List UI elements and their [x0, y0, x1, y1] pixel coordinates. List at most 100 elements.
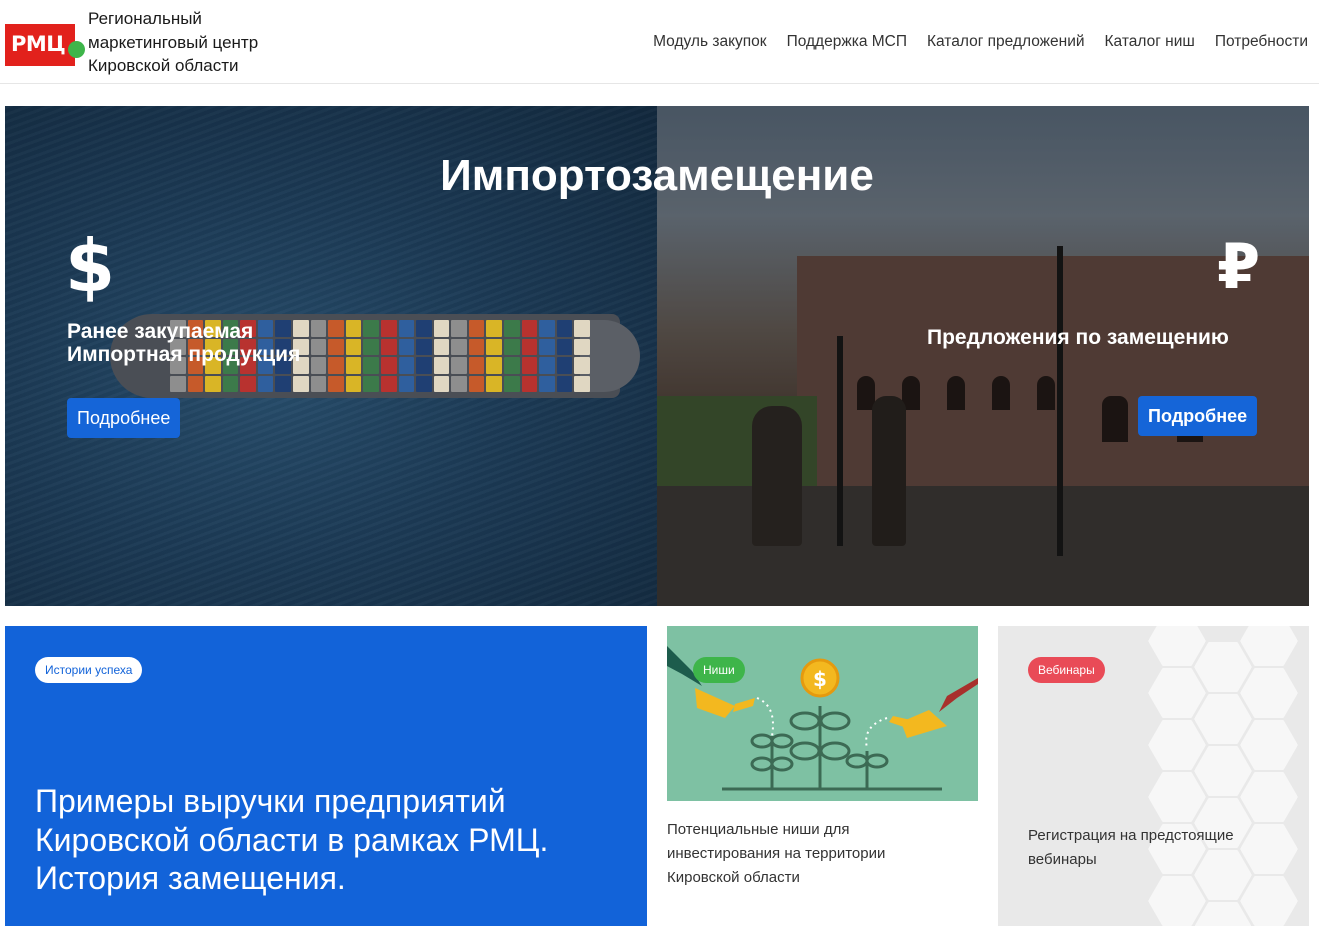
shipping-container — [539, 357, 555, 374]
shipping-container — [486, 320, 503, 337]
webinars-tag[interactable]: Вебинары — [1028, 657, 1105, 683]
description-line: Кировской области — [667, 869, 800, 886]
hexagon-tile — [1240, 876, 1298, 926]
shipping-container — [416, 357, 432, 374]
nav-needs[interactable]: Потребности — [1215, 33, 1308, 51]
hexagon-tile — [1148, 876, 1206, 926]
shipping-container — [345, 320, 362, 337]
success-stories-title: Примеры выручки предприятий Кировской об… — [35, 782, 635, 898]
svg-text:$: $ — [813, 667, 827, 691]
org-name-line: Кировской области — [88, 56, 239, 75]
nav-sme-support[interactable]: Поддержка МСП — [787, 33, 907, 51]
shipping-container — [380, 338, 397, 355]
shipping-container — [363, 375, 379, 392]
org-name[interactable]: Региональный маркетинговый центр Кировск… — [88, 7, 308, 78]
shipping-container — [486, 375, 503, 392]
shipping-container — [328, 338, 344, 355]
rmc-logo[interactable]: РМЦ — [5, 24, 85, 66]
shipping-container — [380, 375, 397, 392]
niches-description[interactable]: Потенциальные ниши для инвестирования на… — [667, 818, 967, 890]
shipping-container — [539, 338, 555, 355]
shipping-container — [556, 375, 573, 392]
shipping-container — [486, 338, 503, 355]
shipping-container — [451, 320, 467, 337]
shipping-container — [205, 375, 221, 392]
shipping-container — [556, 338, 573, 355]
main-nav: Модуль закупок Поддержка МСП Каталог пре… — [653, 33, 1308, 51]
shipping-container — [504, 320, 520, 337]
webinars-description: Регистрация на предстоящие вебинары — [1028, 824, 1288, 872]
shipping-container — [170, 375, 186, 392]
success-stories-card[interactable]: Истории успеха Примеры выручки предприят… — [5, 626, 647, 926]
shipping-container — [363, 320, 379, 337]
shipping-container — [468, 320, 485, 337]
shipping-container — [328, 375, 344, 392]
dollar-icon: $ — [65, 224, 116, 308]
hexagon-tile — [1240, 626, 1298, 666]
shipping-container — [486, 357, 503, 374]
nav-procurement-module[interactable]: Модуль закупок — [653, 33, 766, 51]
shipping-container — [398, 357, 415, 374]
niches-tag[interactable]: Ниши — [693, 657, 745, 683]
shipping-container — [380, 320, 397, 337]
description-line: вебинары — [1028, 851, 1097, 868]
shipping-container — [345, 357, 362, 374]
shipping-container — [345, 375, 362, 392]
niches-card-image[interactable]: $ Ниши — [667, 626, 978, 801]
shipping-container — [310, 320, 327, 337]
previously-imported-heading: Ранее закупаемая Импортная продукция — [67, 320, 300, 366]
shipping-container — [521, 375, 538, 392]
shipping-container — [433, 357, 450, 374]
shipping-container — [521, 357, 538, 374]
shipping-container — [504, 375, 520, 392]
shipping-container — [416, 320, 432, 337]
shipping-container — [574, 338, 590, 355]
shipping-container — [380, 357, 397, 374]
shipping-container — [521, 338, 538, 355]
shipping-container — [328, 357, 344, 374]
import-substitution-hero: Импортозамещение $ Ранее закупаемая Импо… — [5, 106, 1309, 606]
hexagon-tile — [1194, 642, 1252, 692]
hexagon-tile — [1240, 772, 1298, 822]
site-header: РМЦ Региональный маркетинговый центр Кир… — [0, 0, 1319, 84]
shipping-container — [398, 338, 415, 355]
hexagon-tile — [1194, 694, 1252, 744]
logo-text: РМЦ — [11, 32, 66, 56]
shipping-container — [310, 357, 327, 374]
shipping-container — [187, 375, 204, 392]
hexagon-tile — [1194, 746, 1252, 796]
title-line: Кировской области в рамках РМЦ. — [35, 821, 549, 858]
shipping-container — [539, 375, 555, 392]
hero-title: Импортозамещение — [440, 151, 874, 200]
hexagon-tile — [1240, 720, 1298, 770]
hexagon-tile — [1148, 772, 1206, 822]
imported-more-button[interactable]: Подробнее — [67, 398, 181, 438]
shipping-container — [521, 320, 538, 337]
heading-line: Импортная продукция — [67, 343, 301, 366]
shipping-container — [398, 375, 415, 392]
shipping-container — [293, 375, 309, 392]
shipping-container — [504, 357, 520, 374]
org-name-line: Региональный — [88, 9, 202, 28]
shipping-container — [416, 338, 432, 355]
shipping-container — [240, 375, 256, 392]
shipping-container — [363, 357, 379, 374]
title-line: Примеры выручки предприятий — [35, 783, 506, 819]
nav-offers-catalog[interactable]: Каталог предложений — [927, 33, 1085, 51]
shipping-container — [468, 357, 485, 374]
nav-niches-catalog[interactable]: Каталог ниш — [1105, 33, 1195, 51]
shipping-container — [433, 338, 450, 355]
heading-line: Ранее закупаемая — [67, 320, 254, 343]
shipping-container — [574, 375, 590, 392]
shipping-container — [345, 338, 362, 355]
success-stories-tag[interactable]: Истории успеха — [35, 657, 143, 683]
shipping-container — [574, 357, 590, 374]
shipping-container — [416, 375, 432, 392]
webinars-card[interactable]: Вебинары Регистрация на предстоящие веби… — [998, 626, 1309, 926]
shipping-container — [451, 338, 467, 355]
hexagon-tile — [1148, 626, 1206, 666]
shipping-container — [451, 357, 467, 374]
substitution-more-button[interactable]: Подробнее — [1138, 396, 1258, 436]
shipping-container — [363, 338, 379, 355]
shipping-container — [275, 375, 292, 392]
